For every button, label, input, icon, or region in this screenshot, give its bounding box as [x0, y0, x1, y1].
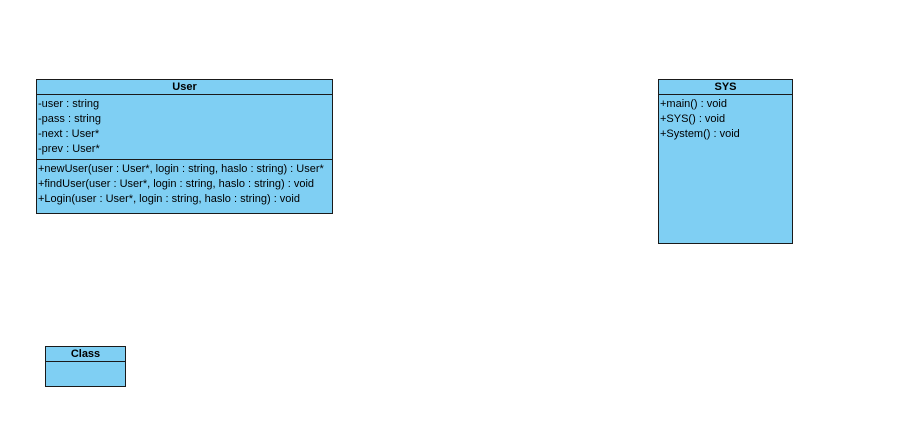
- class-name[interactable]: User: [37, 80, 332, 95]
- operations-compartment: +newUser(user : User*, login : string, h…: [37, 160, 332, 209]
- attribute[interactable]: -user : string: [38, 97, 332, 112]
- class-name[interactable]: Class: [46, 347, 125, 362]
- attribute[interactable]: -prev : User*: [38, 142, 332, 157]
- operation[interactable]: +System() : void: [660, 127, 792, 142]
- operation[interactable]: +newUser(user : User*, login : string, h…: [38, 162, 332, 177]
- operation[interactable]: +main() : void: [660, 97, 792, 112]
- uml-class-user[interactable]: User -user : string -pass : string -next…: [36, 79, 333, 214]
- attribute[interactable]: -pass : string: [38, 112, 332, 127]
- attribute[interactable]: -next : User*: [38, 127, 332, 142]
- operations-compartment: +main() : void +SYS() : void +System() :…: [659, 95, 792, 144]
- operation[interactable]: +Login(user : User*, login : string, has…: [38, 192, 332, 207]
- empty-compartment: [46, 362, 125, 401]
- operation[interactable]: +SYS() : void: [660, 112, 792, 127]
- operation[interactable]: +findUser(user : User*, login : string, …: [38, 177, 332, 192]
- attributes-compartment: -user : string -pass : string -next : Us…: [37, 95, 332, 160]
- uml-class-class[interactable]: Class: [45, 346, 126, 387]
- class-name[interactable]: SYS: [659, 80, 792, 95]
- uml-class-sys[interactable]: SYS +main() : void +SYS() : void +System…: [658, 79, 793, 244]
